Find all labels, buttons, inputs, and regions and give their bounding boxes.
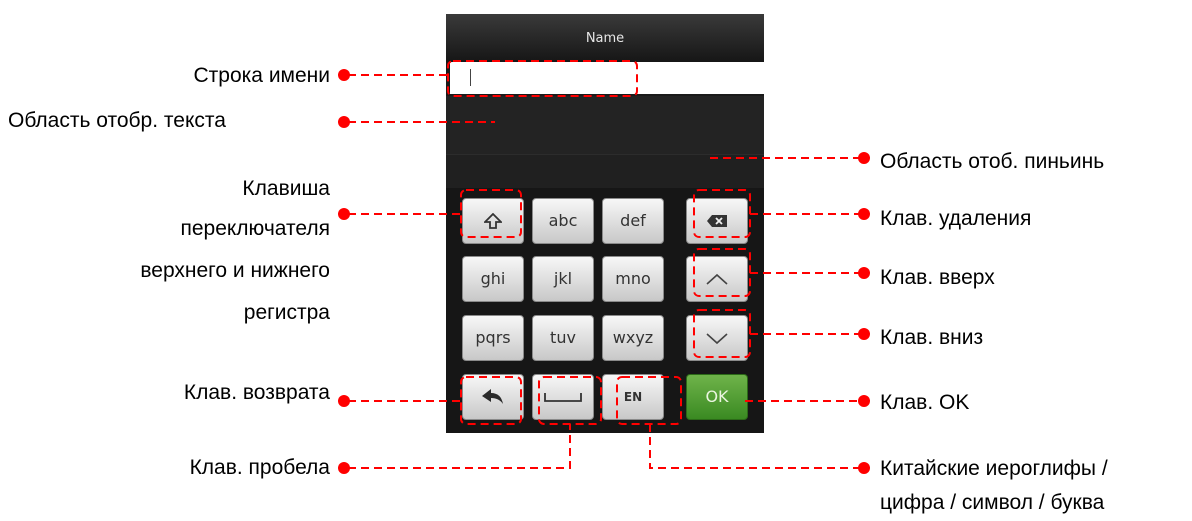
down-key-label: Клав. вниз	[880, 326, 984, 349]
up-key[interactable]	[686, 256, 748, 302]
back-arrow-icon	[482, 389, 503, 404]
text-cursor	[470, 69, 471, 86]
key-mno[interactable]: mno	[602, 256, 664, 302]
language-key-dot	[858, 462, 870, 474]
text-area-dot	[338, 116, 350, 128]
name-line-label: Строка имени	[193, 64, 330, 87]
delete-key[interactable]	[686, 198, 748, 244]
return-key-label: Клав. возврата	[183, 381, 330, 404]
up-key-label: Клав. вверх	[880, 266, 995, 289]
name-line-dot	[338, 69, 350, 81]
key-def[interactable]: def	[602, 198, 664, 244]
case-key-label-1: Клавиша	[242, 177, 330, 200]
name-input[interactable]	[450, 62, 764, 94]
space-key-dot	[338, 462, 350, 474]
device-screen: Name abc def ghi jkl mno pqrs tuv wxyz E…	[446, 14, 764, 433]
chevron-down-icon	[706, 333, 728, 345]
key-jkl[interactable]: jkl	[532, 256, 594, 302]
key-abc[interactable]: abc	[532, 198, 594, 244]
case-key-label-3: верхнего и нижнего	[140, 259, 330, 282]
back-key[interactable]	[462, 374, 524, 420]
ok-key-dot	[858, 395, 870, 407]
key-tuv[interactable]: tuv	[532, 315, 594, 361]
keyboard: abc def ghi jkl mno pqrs tuv wxyz EN OK	[446, 188, 764, 433]
space-key-label: Клав. пробела	[189, 456, 330, 479]
up-key-dot	[858, 267, 870, 279]
ok-key-label: Клав. OK	[880, 391, 970, 414]
key-wxyz[interactable]: wxyz	[602, 315, 664, 361]
pinyin-area-label: Область отоб. пиньинь	[880, 150, 1105, 173]
chars-label-1: Китайские иероглифы /	[880, 457, 1108, 480]
key-ghi[interactable]: ghi	[462, 256, 524, 302]
case-key-label-4: регистра	[243, 301, 330, 324]
down-key[interactable]	[686, 315, 748, 361]
back-key-dot	[338, 395, 350, 407]
case-key-label-2: переключателя	[180, 217, 330, 240]
shift-icon	[484, 213, 502, 229]
language-key[interactable]: EN	[602, 374, 664, 420]
chars-label-2: цифра / символ / буква	[880, 491, 1105, 514]
delete-key-label: Клав. удаления	[880, 207, 1032, 230]
ok-key[interactable]: OK	[686, 374, 748, 420]
chevron-up-icon	[706, 273, 728, 285]
space-bar-icon	[544, 393, 582, 402]
pinyin-area-dot	[858, 152, 870, 164]
text-area-label: Область отобр. текста	[8, 109, 226, 132]
pinyin-display-area	[446, 154, 764, 189]
delete-key-dot	[858, 208, 870, 220]
shift-key[interactable]	[462, 198, 524, 244]
text-display-area	[446, 96, 764, 154]
backspace-icon	[707, 215, 727, 227]
space-key[interactable]	[532, 374, 594, 420]
title-bar: Name	[446, 14, 764, 62]
key-pqrs[interactable]: pqrs	[462, 315, 524, 361]
shift-key-dot	[338, 208, 350, 220]
down-key-dot	[858, 328, 870, 340]
